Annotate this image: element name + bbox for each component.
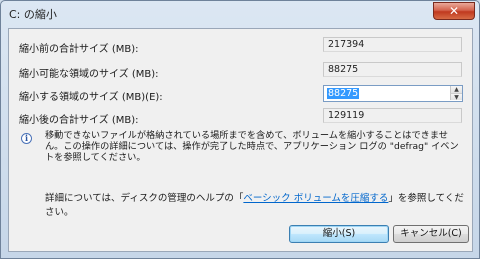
- info-message: 移動できないファイルが格納されている場所までを含めて、ボリュームを縮小することは…: [45, 130, 459, 163]
- close-button[interactable]: ✕: [433, 2, 475, 20]
- window-title: C: の縮小: [9, 8, 57, 21]
- arrow-down-icon: ▼: [454, 94, 459, 101]
- total-size-after-value: 129119: [323, 108, 462, 123]
- shrink-button[interactable]: 縮小(S): [289, 225, 389, 243]
- available-shrink-label: 縮小可能な領域のサイズ (MB):: [19, 69, 159, 80]
- cancel-button[interactable]: キャンセル(C): [393, 225, 469, 243]
- dialog-client-area: 縮小前の合計サイズ (MB): 217394 縮小可能な領域のサイズ (MB):…: [8, 28, 473, 252]
- help-link[interactable]: ベーシック ボリュームを圧縮する: [243, 193, 388, 204]
- available-shrink-value: 88275: [323, 62, 462, 77]
- spin-up-button[interactable]: ▲: [450, 86, 462, 93]
- close-icon: ✕: [448, 4, 460, 18]
- title-bar[interactable]: C: の縮小 ✕: [1, 1, 479, 27]
- total-size-before-label: 縮小前の合計サイズ (MB):: [19, 44, 139, 55]
- shrink-amount-spinner[interactable]: 88275 ▲ ▼: [323, 85, 463, 102]
- shrink-amount-label: 縮小する領域のサイズ (MB)(E):: [19, 92, 163, 103]
- help-prefix: 詳細については、ディスクの管理のヘルプの「: [45, 193, 244, 204]
- help-text: 詳細については、ディスクの管理のヘルプの「ベーシック ボリュームを圧縮する」を参…: [45, 190, 472, 218]
- shrink-amount-input[interactable]: 88275: [327, 88, 360, 99]
- arrow-up-icon: ▲: [454, 86, 459, 93]
- total-size-before-value: 217394: [323, 37, 462, 52]
- info-icon: i: [21, 133, 32, 144]
- shrink-dialog-window: C: の縮小 ✕ 縮小前の合計サイズ (MB): 217394 縮小可能な領域の…: [0, 0, 480, 259]
- total-size-after-label: 縮小後の合計サイズ (MB):: [19, 115, 139, 126]
- spin-down-button[interactable]: ▼: [450, 93, 462, 101]
